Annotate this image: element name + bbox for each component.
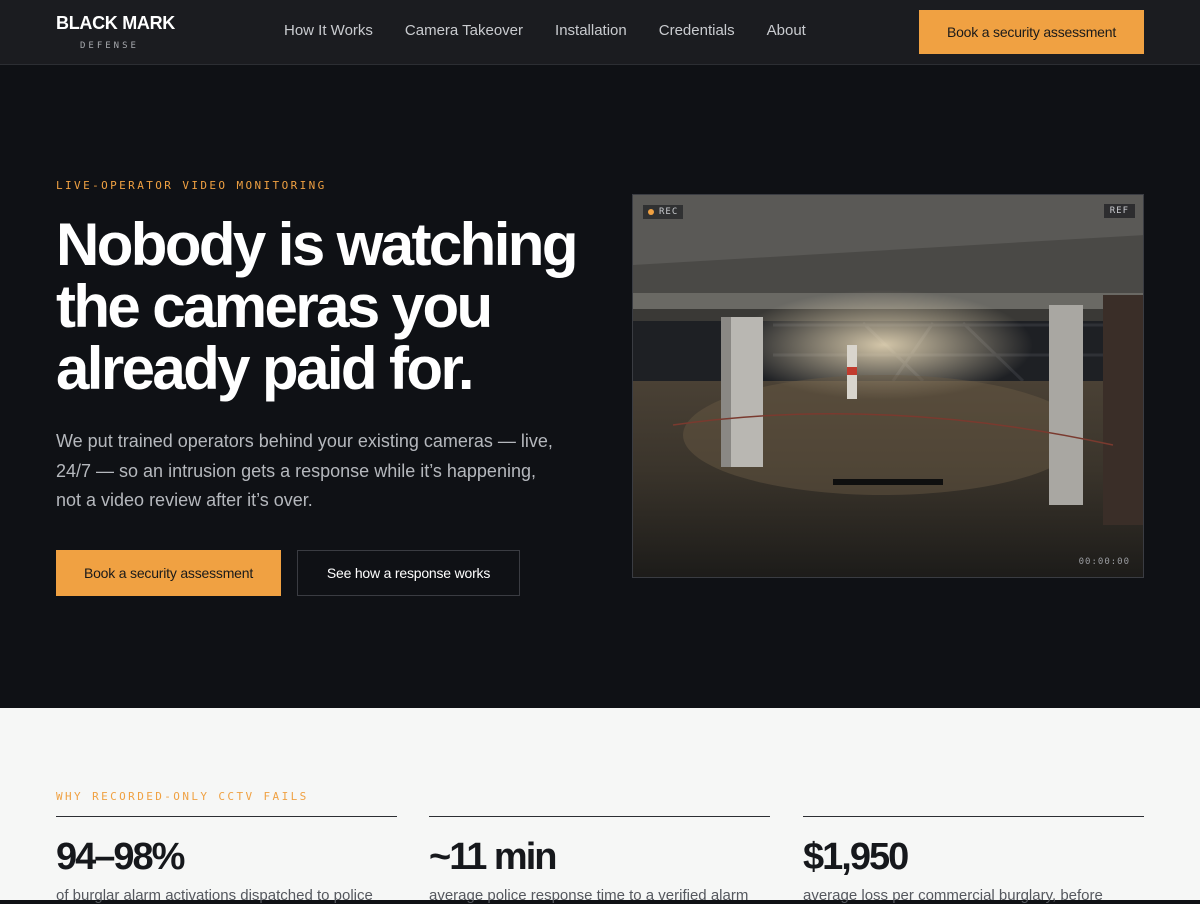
hero-title: Nobody is watching the cameras you alrea…: [56, 211, 578, 402]
stats-section: WHY RECORDED-ONLY CCTV FAILS 94–98% of b…: [0, 708, 1200, 904]
brand-logo[interactable]: BLACK MARK DEFENSE: [56, 13, 175, 51]
nav-link-camera-takeover[interactable]: Camera Takeover: [389, 22, 539, 39]
hero-section: LIVE-OPERATOR VIDEO MONITORING Nobody is…: [0, 65, 1200, 708]
nav-links: How It Works Camera Takeover Installatio…: [268, 22, 822, 39]
stat-value: 94–98%: [56, 836, 185, 878]
hero-book-assessment-button[interactable]: Book a security assessment: [56, 550, 281, 596]
hero-eyebrow: LIVE-OPERATOR VIDEO MONITORING: [56, 179, 327, 192]
nav-link-about[interactable]: About: [751, 22, 822, 39]
stat-description: average loss per commercial burglary, be…: [803, 887, 1103, 904]
stat-response-time: ~11 min average police response time to …: [429, 816, 770, 904]
top-navigation: BLACK MARK DEFENSE How It Works Camera T…: [0, 0, 1200, 65]
nav-link-credentials[interactable]: Credentials: [643, 22, 751, 39]
stats-eyebrow: WHY RECORDED-ONLY CCTV FAILS: [56, 790, 309, 803]
stat-alarm-dispatch: 94–98% of burglar alarm activations disp…: [56, 816, 397, 904]
stat-description: average police response time to a verifi…: [429, 887, 749, 904]
feed-timecode: 00:00:00: [1078, 557, 1130, 567]
nav-book-assessment-button[interactable]: Book a security assessment: [919, 10, 1144, 54]
nav-link-how-it-works[interactable]: How It Works: [268, 22, 389, 39]
rec-indicator: REC: [643, 205, 684, 219]
stat-average-loss: $1,950 average loss per commercial burgl…: [803, 816, 1144, 904]
rec-label: REC: [659, 207, 679, 217]
ref-badge: REF: [1103, 204, 1135, 218]
nav-link-installation[interactable]: Installation: [539, 22, 643, 39]
hero-subtitle: We put trained operators behind your exi…: [56, 431, 553, 510]
parking-garage-scene: [633, 195, 1143, 577]
camera-feed-image: REC REF 00:00:00: [632, 194, 1144, 578]
stat-value: ~11 min: [429, 836, 557, 878]
stat-description: of burglar alarm activations dispatched …: [56, 887, 373, 904]
logo-tagline: DEFENSE: [80, 41, 139, 51]
stat-value: $1,950: [803, 836, 909, 878]
recording-dot-icon: [648, 209, 654, 215]
logo-wordmark: BLACK MARK: [56, 13, 175, 33]
see-response-button[interactable]: See how a response works: [297, 550, 520, 596]
